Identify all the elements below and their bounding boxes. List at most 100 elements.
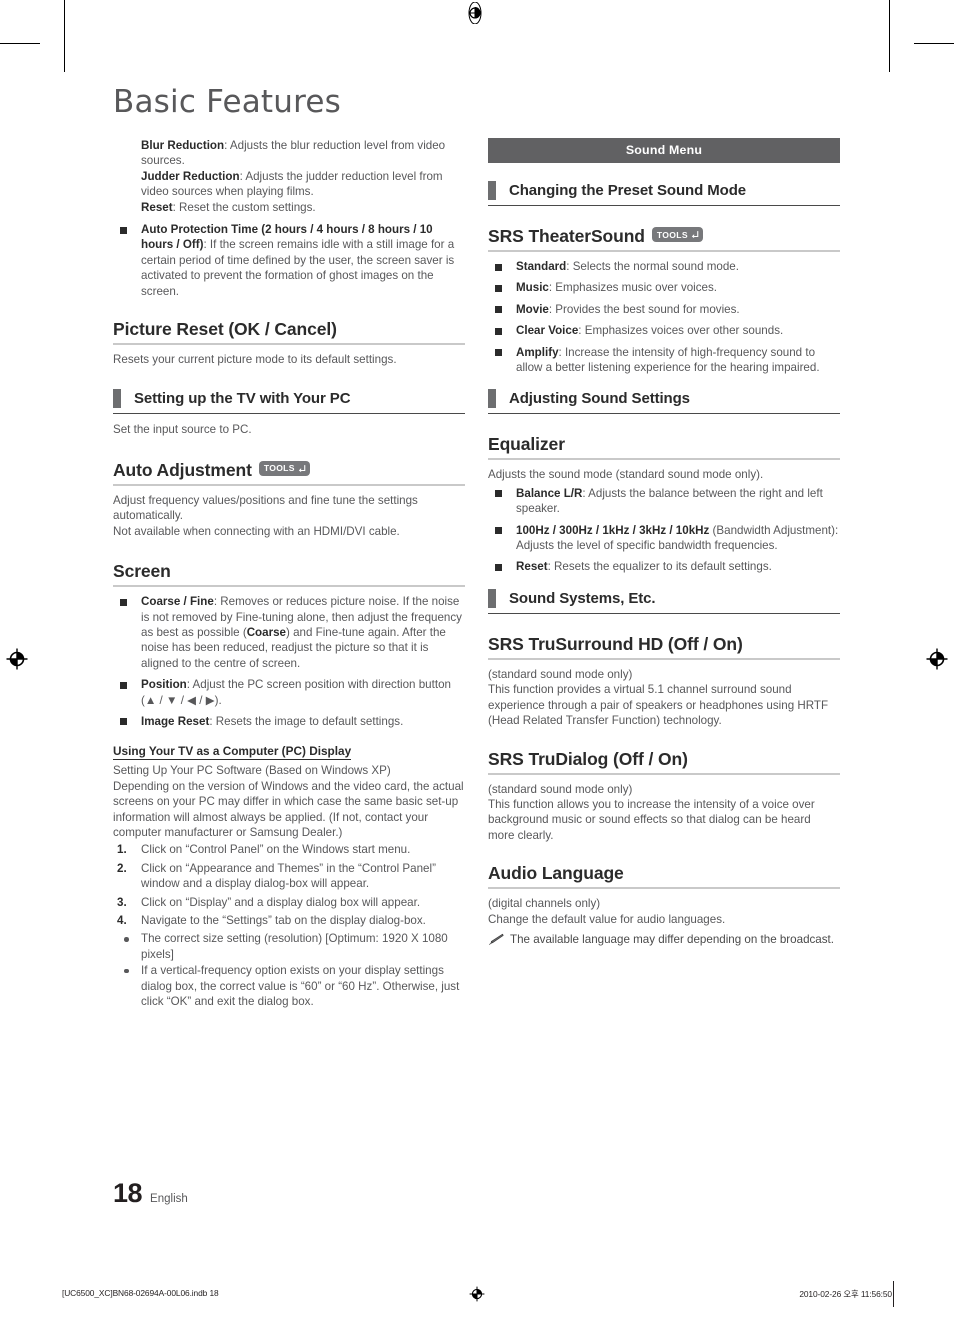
auto-protection-list: Auto Protection Time (2 hours / 4 hours …	[113, 222, 465, 299]
heading-text: Adjusting Sound Settings	[509, 390, 690, 408]
tools-badge-label: TOOLS	[656, 229, 688, 240]
term-label: Music	[516, 281, 549, 295]
term-text: : Increase the intensity of high-frequen…	[516, 345, 820, 375]
heading-screen: Screen	[113, 561, 465, 588]
left-column: Blur Reduction: Adjusts the blur reducti…	[113, 138, 465, 1010]
auto-adjustment-body-1: Adjust frequency values/positions and fi…	[113, 493, 418, 523]
list-item-clear-voice: Clear Voice: Emphasizes voices over othe…	[488, 323, 840, 338]
screen-options-list: Coarse / Fine: Removes or reduces pictur…	[113, 594, 465, 729]
page-number: 18	[113, 1178, 143, 1208]
pc-display-line-1: Setting Up Your PC Software (Based on Wi…	[113, 764, 391, 778]
crop-mark-top-right-horizontal	[914, 43, 954, 44]
heading-pc-display: Using Your TV as a Computer (PC) Display	[113, 744, 352, 761]
heading-picture-reset: Picture Reset (OK / Cancel)	[113, 319, 465, 346]
footer-timestamp: 2010-02-26 오후 11:56:50	[799, 1289, 892, 1299]
section-bar-icon	[488, 181, 496, 200]
section-bar-icon	[488, 389, 496, 409]
tools-badge[interactable]: TOOLS	[258, 460, 310, 476]
heading-audio-language: Audio Language	[488, 863, 840, 890]
list-item-reset: Reset: Resets the equalizer to its defau…	[488, 559, 840, 574]
picture-reset-body: Resets your current picture mode to its …	[113, 353, 397, 367]
theatersound-modes-list: Standard: Selects the normal sound mode.…	[488, 259, 840, 375]
term-text: : Emphasizes music over voices.	[548, 281, 718, 295]
list-item-step: Click on “Appearance and Themes” in the …	[117, 861, 436, 891]
section-bar-icon	[113, 389, 121, 409]
term-text: : Resets the equalizer to its default se…	[547, 560, 772, 574]
list-item-step: Click on “Display” and a display dialog …	[117, 895, 421, 911]
list-item-amplify: Amplify: Increase the intensity of high-…	[488, 345, 840, 376]
pc-display-notes: The correct size setting (resolution) [O…	[113, 931, 465, 1009]
heading-text: Sound Systems, Etc.	[509, 589, 656, 607]
section-bar-icon	[488, 588, 496, 608]
term-label: Position	[141, 678, 187, 692]
term-label: Reset	[141, 200, 173, 214]
heading-text: Screen	[113, 561, 171, 582]
heading-text: Picture Reset (OK / Cancel)	[113, 319, 337, 340]
term-label: Movie	[516, 302, 549, 316]
term-text: : Emphasizes voices over other sounds.	[578, 324, 784, 338]
page-language: English	[150, 1193, 188, 1205]
pc-display-block: Using Your TV as a Computer (PC) Display…	[113, 742, 465, 1009]
heading-sound-systems-etc: Sound Systems, Etc.	[488, 588, 840, 614]
term-label: Judder Reduction	[141, 169, 240, 183]
audio-language-body: Change the default value for audio langu…	[488, 912, 726, 926]
heading-adjusting-sound-settings: Adjusting Sound Settings	[488, 389, 840, 415]
list-item-auto-protection-time: Auto Protection Time (2 hours / 4 hours …	[113, 222, 465, 299]
heading-text: SRS TheaterSound	[488, 226, 645, 246]
crop-mark-top-right-vertical	[889, 0, 890, 72]
list-item-bandwidth: 100Hz / 300Hz / 1kHz / 3kHz / 10kHz (Ban…	[488, 523, 840, 554]
heading-text: Setting up the TV with Your PC	[134, 390, 351, 408]
registration-mark-right	[926, 648, 948, 670]
list-item-coarse-fine: Coarse / Fine: Removes or reduces pictur…	[113, 594, 465, 671]
footer-rule	[893, 1281, 894, 1307]
return-arrow-icon	[691, 231, 699, 239]
heading-setting-up-tv-with-pc: Setting up the TV with Your PC	[113, 389, 465, 415]
equalizer-body: Adjusts the sound mode (standard sound m…	[488, 468, 764, 482]
term-label: Amplify	[516, 345, 559, 359]
tools-badge-label: TOOLS	[263, 463, 295, 474]
list-item-movie: Movie: Provides the best sound for movie…	[488, 302, 840, 317]
definition-judder-reduction: Judder Reduction: Adjusts the judder red…	[141, 169, 465, 200]
equalizer-options-list: Balance L/R: Adjusts the balance between…	[488, 486, 840, 575]
tools-badge[interactable]: TOOLS	[651, 227, 703, 242]
page-title: Basic Features	[113, 84, 342, 120]
term-label-inline: Coarse	[246, 625, 286, 639]
term-text: : Resets the image to default settings.	[209, 714, 404, 728]
list-item-note: If a vertical-frequency option exists on…	[113, 963, 465, 1009]
definition-blur-reduction: Blur Reduction: Adjusts the blur reducti…	[141, 138, 465, 169]
auto-adjustment-body-2: Not available when connecting with an HD…	[113, 524, 400, 538]
setting-up-pc-body: Set the input source to PC.	[113, 423, 252, 437]
term-label: Image Reset	[141, 714, 210, 728]
audio-language-sub: (digital channels only)	[488, 897, 601, 911]
term-text: : Adjust the PC screen position with dir…	[141, 678, 451, 707]
crop-mark-top-left-horizontal	[0, 43, 40, 44]
term-text: : Provides the best sound for movies.	[548, 302, 740, 316]
heading-text: SRS TruDialog (Off / On)	[488, 748, 688, 769]
sound-menu-band: Sound Menu	[488, 138, 840, 163]
pc-display-line-2: Depending on the version of Windows and …	[113, 779, 464, 839]
term-label: Clear Voice	[516, 324, 579, 338]
registration-mark-left	[6, 648, 28, 670]
heading-srs-theatersound: SRS TheaterSound TOOLS	[488, 226, 840, 252]
note-text: The available language may differ depend…	[510, 932, 834, 946]
heading-text: Changing the Preset Sound Mode	[509, 182, 747, 199]
list-item-balance-lr: Balance L/R: Adjusts the balance between…	[488, 486, 840, 517]
right-column: Sound Menu Changing the Preset Sound Mod…	[488, 138, 840, 947]
return-arrow-icon	[298, 464, 306, 472]
audio-language-note: The available language may differ depend…	[488, 932, 840, 947]
pc-display-steps: Click on “Control Panel” on the Windows …	[113, 842, 465, 928]
term-label: Balance L/R	[516, 486, 583, 500]
registration-mark-top	[468, 2, 482, 24]
heading-text: Audio Language	[488, 863, 624, 884]
heading-text: Auto Adjustment	[113, 459, 252, 480]
list-item-position: Position: Adjust the PC screen position …	[113, 677, 465, 708]
pencil-icon	[488, 933, 504, 945]
heading-srs-trudialog: SRS TruDialog (Off / On)	[488, 749, 840, 775]
term-label: Reset	[516, 560, 548, 574]
definition-reset: Reset: Reset the custom settings.	[141, 200, 465, 215]
footer-file-name: [UC6500_XC]BN68-02694A-00L06.indb 18	[62, 1288, 219, 1298]
heading-changing-preset-sound-mode: Changing the Preset Sound Mode	[488, 181, 840, 206]
heading-srs-trusurround-hd: SRS TruSurround HD (Off / On)	[488, 634, 840, 660]
registration-mark-bottom	[469, 1286, 485, 1302]
trudialog-body: This function allows you to increase the…	[488, 797, 815, 842]
